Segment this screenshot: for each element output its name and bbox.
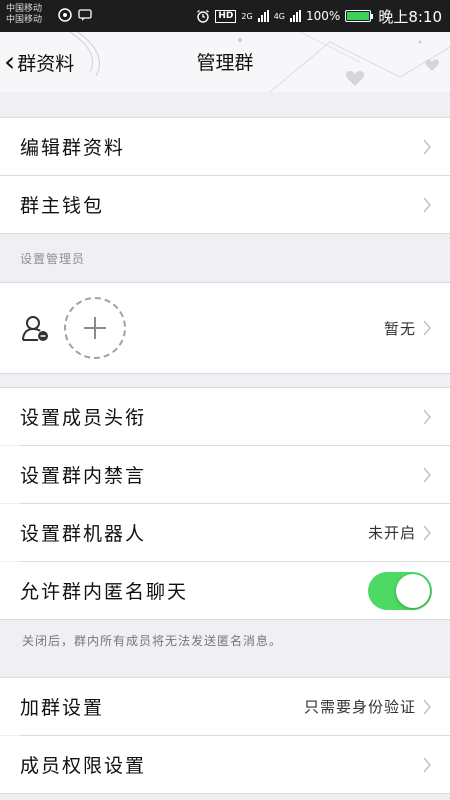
chevron-right-icon [423,524,432,541]
browser-icon [58,8,72,22]
status-bar: 中国移动 中国移动 HD 2G 4G 100% 晚上8:10 [0,0,450,32]
admin-row[interactable]: 暂无 [0,283,450,373]
chevron-right-icon [423,138,432,155]
join-settings-row[interactable]: 加群设置 只需要身份验证 [0,678,450,735]
page-title: 管理群 [196,52,254,74]
divider [0,233,450,234]
member-title-row[interactable]: 设置成员头衔 [0,388,450,445]
clock: 晚上8:10 [378,7,442,26]
group-robot-row[interactable]: 设置群机器人 未开启 [0,504,450,561]
anonymous-chat-toggle[interactable] [368,571,432,610]
toggle-knob [396,573,430,608]
network-type-1: 2G [241,11,253,21]
admin-user-icon [22,316,48,341]
member-permissions-label: 成员权限设置 [20,755,147,777]
battery-percent: 100% [306,9,341,23]
chevron-right-icon [423,320,432,336]
edit-profile-row[interactable]: 编辑群资料 [0,118,450,175]
anonymous-chat-row: 允许群内匿名聊天 [0,562,450,619]
divider [0,793,450,794]
edit-profile-label: 编辑群资料 [20,137,126,159]
owner-wallet-label: 群主钱包 [20,195,105,217]
chevron-right-icon [423,196,432,213]
navigation-bar: ‹ 群资料 管理群 [0,32,450,92]
signal-icon [257,10,269,22]
anonymous-footnote: 关闭后，群内所有成员将无法发送匿名消息。 [22,634,283,648]
carrier-info: 中国移动 中国移动 [6,4,42,26]
owner-wallet-row[interactable]: 群主钱包 [0,176,450,233]
divider [0,373,450,374]
anonymous-chat-label: 允许群内匿名聊天 [20,581,189,603]
message-icon [78,9,92,21]
chevron-right-icon [423,408,432,425]
group-robot-label: 设置群机器人 [20,523,147,545]
divider [0,619,450,620]
join-settings-value: 只需要身份验证 [303,698,416,716]
admin-value: 暂无 [383,319,416,338]
carrier-2: 中国移动 [6,15,43,25]
hd-badge: HD [215,9,237,23]
group-robot-value: 未开启 [367,524,416,542]
battery-icon [345,10,374,22]
chevron-right-icon [423,698,432,715]
carrier-1: 中国移动 [6,4,43,14]
add-admin-button[interactable] [64,297,126,359]
admin-section-label: 设置管理员 [20,252,86,266]
member-permissions-row[interactable]: 成员权限设置 [0,736,450,793]
group-mute-label: 设置群内禁言 [20,465,147,487]
join-settings-label: 加群设置 [20,697,105,719]
member-title-label: 设置成员头衔 [20,407,147,429]
chevron-right-icon [423,466,432,483]
alarm-icon [197,9,210,23]
network-type-2: 4G [273,11,285,21]
chevron-right-icon [423,756,432,773]
signal-icon-2 [290,10,301,22]
group-mute-row[interactable]: 设置群内禁言 [0,446,450,503]
